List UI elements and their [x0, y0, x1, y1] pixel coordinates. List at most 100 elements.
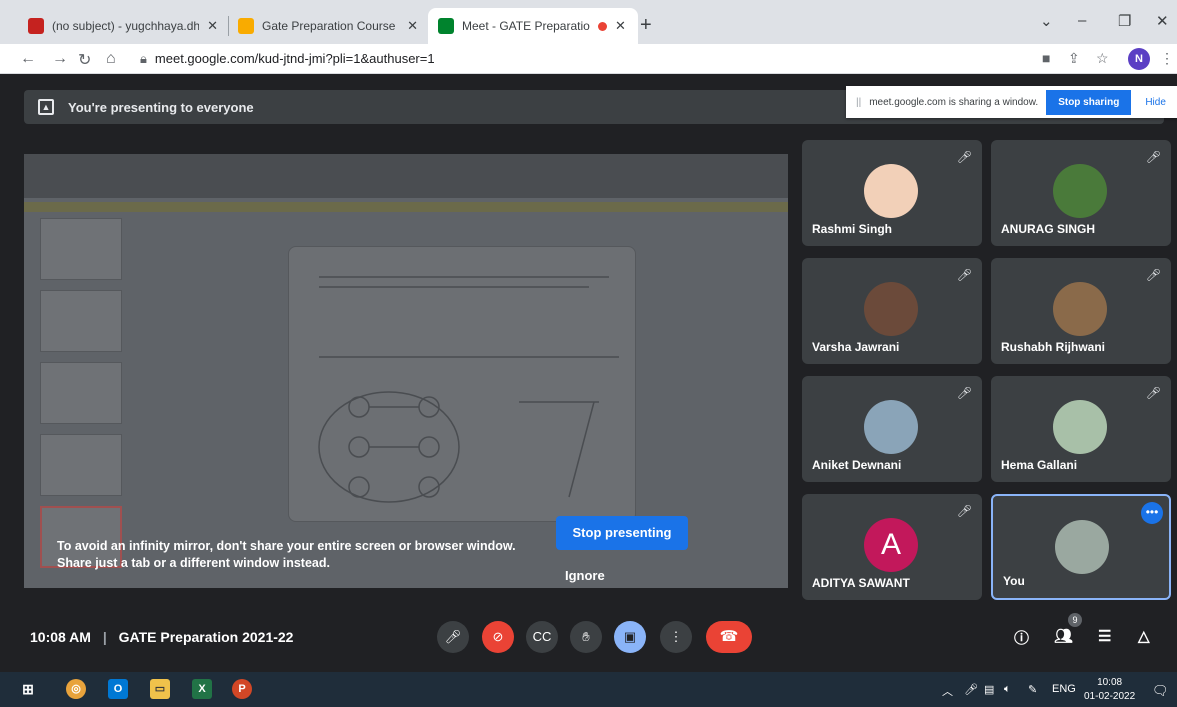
participant-tile[interactable]: 🎤︎ Rushabh Rijhwani — [991, 258, 1171, 364]
leave-call-button[interactable]: ☎︎ — [706, 621, 752, 653]
meeting-details-icon[interactable]: ⓘ — [1014, 627, 1029, 648]
mic-off-icon: 🎤︎ — [1145, 150, 1161, 164]
outlook-icon[interactable]: O — [108, 679, 128, 699]
captions-button[interactable]: CC — [526, 621, 558, 653]
more-options-button[interactable]: ⋮ — [660, 621, 692, 653]
avatar — [864, 164, 918, 218]
share-notice-text: meet.google.com is sharing a window. — [869, 96, 1039, 108]
tab-title: Meet - GATE Preparation 20 — [462, 19, 590, 33]
tab-close-icon[interactable]: ✕ — [407, 18, 418, 34]
tab-meet[interactable]: Meet - GATE Preparation 20 ✕ — [428, 8, 638, 44]
people-count-badge: 9 — [1068, 613, 1082, 627]
tab-gmail[interactable]: (no subject) - yugchhaya.dhote ✕ — [18, 8, 228, 44]
participant-name: Rashmi Singh — [812, 222, 893, 236]
slides-icon — [238, 18, 254, 34]
present-now-button[interactable]: ▣ — [614, 621, 646, 653]
notification-icon[interactable]: 🗨︎ — [1152, 683, 1169, 699]
back-icon[interactable]: ← — [20, 50, 36, 68]
camera-icon[interactable]: ■ — [1042, 50, 1050, 66]
bookmark-star-icon[interactable]: ☆ — [1096, 50, 1109, 67]
mic-off-icon: 🎤︎ — [1145, 386, 1161, 400]
close-window-button[interactable]: ✕ — [1156, 12, 1169, 30]
slide-diagram — [318, 276, 619, 503]
taskbar-time: 10:08 — [1097, 677, 1123, 688]
minimize-button[interactable]: – — [1078, 12, 1086, 29]
meeting-controls-bar: 10:08 AM | GATE Preparation 2021-22 🎤︎ ⊘… — [0, 601, 1177, 672]
tab-gate-course[interactable]: Gate Preparation Course 2021-2 ✕ — [228, 8, 428, 44]
file-explorer-icon[interactable]: ▭ — [150, 679, 170, 699]
hide-button[interactable]: Hide — [1145, 97, 1166, 108]
meeting-time: 10:08 AM — [30, 629, 91, 645]
tab-title: Gate Preparation Course 2021-2 — [262, 19, 399, 33]
reload-icon[interactable]: ↻ — [78, 50, 91, 70]
camera-off-button[interactable]: ⊘ — [482, 621, 514, 653]
mic-off-icon: 🎤︎ — [956, 386, 972, 400]
avatar — [864, 400, 918, 454]
taskbar-clock[interactable]: 10:08 01-02-2022 — [1084, 676, 1135, 704]
browser-tab-strip: (no subject) - yugchhaya.dhote ✕ Gate Pr… — [0, 0, 1177, 44]
menu-kebab-icon[interactable]: ⋮ — [1160, 50, 1174, 67]
participant-name: Aniket Dewnani — [812, 458, 902, 472]
preview-warning-strip — [24, 202, 788, 212]
avatar-letter: A — [864, 518, 918, 572]
mic-off-icon: 🎤︎ — [956, 150, 972, 164]
self-tile[interactable]: ••• You — [991, 494, 1171, 600]
chat-icon[interactable]: ☰ — [1098, 627, 1111, 645]
slide-canvas — [288, 246, 636, 522]
participant-name: Varsha Jawrani — [812, 340, 900, 354]
ignore-button[interactable]: Ignore — [565, 568, 605, 583]
participant-name: Hema Gallani — [1001, 458, 1078, 472]
tab-search-icon[interactable]: ⌄ — [1040, 12, 1053, 30]
windows-start-icon[interactable]: ⊞ — [18, 679, 38, 699]
tray-mic-icon: 🎤︎ — [964, 684, 978, 696]
tray-volume-icon[interactable]: 🔈︎ — [1004, 683, 1011, 696]
url-field[interactable]: 🔒︎ meet.google.com/kud-jtnd-jmi?pli=1&aut… — [140, 51, 435, 67]
tab-close-icon[interactable]: ✕ — [615, 18, 626, 34]
slide-thumbnail — [40, 362, 122, 424]
new-tab-button[interactable]: + — [640, 14, 652, 37]
lock-icon: 🔒︎ — [140, 51, 147, 66]
forward-icon[interactable]: → — [52, 50, 68, 68]
participant-tile[interactable]: A 🎤︎ ADITYA SAWANT — [802, 494, 982, 600]
participant-tile[interactable]: 🎤︎ ANURAG SINGH — [991, 140, 1171, 246]
slide-thumbnail — [40, 290, 122, 352]
profile-avatar[interactable]: N — [1128, 48, 1150, 70]
activities-icon[interactable]: △ — [1138, 627, 1150, 645]
meeting-clock: 10:08 AM | GATE Preparation 2021-22 — [30, 629, 293, 645]
participant-tile[interactable]: 🎤︎ Aniket Dewnani — [802, 376, 982, 482]
powerpoint-icon[interactable]: P — [232, 679, 252, 699]
share-icon[interactable]: ⇪ — [1068, 50, 1080, 67]
raise-hand-button[interactable]: ✋︎ — [570, 621, 602, 653]
chrome-icon[interactable]: ◎ — [66, 679, 86, 699]
avatar — [1053, 282, 1107, 336]
address-bar: ← → ↻ ⌂ 🔒︎ meet.google.com/kud-jtnd-jmi?p… — [0, 44, 1177, 74]
tab-close-icon[interactable]: ✕ — [207, 18, 218, 34]
participant-tile[interactable]: 🎤︎ Hema Gallani — [991, 376, 1171, 482]
tab-title: (no subject) - yugchhaya.dhote — [52, 19, 200, 33]
tray-network-icon[interactable]: ▤ — [984, 683, 994, 696]
drag-handle-icon[interactable]: || — [856, 97, 861, 108]
people-icon[interactable]: 👥︎ — [1054, 627, 1073, 645]
divider: | — [102, 629, 107, 645]
avatar — [864, 282, 918, 336]
microphone-button[interactable]: 🎤︎ — [437, 621, 469, 653]
tray-pen-icon[interactable]: ✎ — [1028, 683, 1037, 696]
participant-name: ADITYA SAWANT — [812, 576, 910, 590]
tray-language[interactable]: ENG — [1052, 683, 1076, 695]
stop-sharing-button[interactable]: Stop sharing — [1046, 89, 1132, 115]
restore-button[interactable]: ❐ — [1118, 12, 1131, 30]
slide-thumbnail — [40, 434, 122, 496]
participant-tile[interactable]: 🎤︎ Rashmi Singh — [802, 140, 982, 246]
os-taskbar: ⊞ ◎ O ▭ X P ︿ 🎤︎ ▤ 🔈︎ ✎ ENG 10:08 01-02-… — [0, 672, 1177, 707]
taskbar-date: 01-02-2022 — [1084, 691, 1136, 702]
tray-chevron-icon[interactable]: ︿ — [942, 683, 953, 699]
meet-window: ▲ You're presenting to everyone || meet.… — [0, 74, 1177, 672]
participant-tile[interactable]: 🎤︎ Varsha Jawrani — [802, 258, 982, 364]
excel-icon[interactable]: X — [192, 679, 212, 699]
stop-presenting-button[interactable]: Stop presenting — [556, 516, 688, 550]
more-options-icon[interactable]: ••• — [1141, 502, 1163, 524]
share-notice-bar: || meet.google.com is sharing a window. … — [846, 86, 1177, 118]
home-icon[interactable]: ⌂ — [106, 50, 116, 68]
participant-name: You — [1003, 574, 1025, 588]
meeting-title: GATE Preparation 2021-22 — [118, 629, 294, 645]
